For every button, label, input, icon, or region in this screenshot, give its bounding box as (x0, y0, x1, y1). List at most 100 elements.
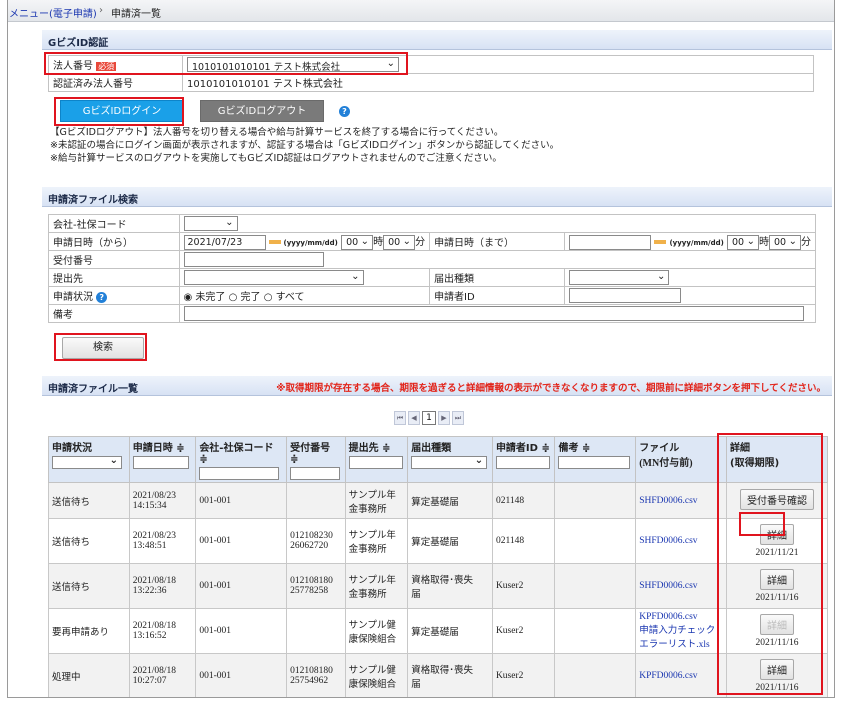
pager-last-button[interactable]: ⏭ (452, 411, 464, 425)
radio-incomplete-label: 未完了 (195, 292, 226, 303)
date-from-label: 申請日時（から） (48, 232, 180, 251)
row-file-link[interactable]: KPFD0006.csv (639, 612, 723, 622)
row-receipt-2: 25778258 (290, 586, 329, 596)
list-section-title: 申請済ファイル一覧 (48, 384, 138, 395)
row-deadline: 2021/11/16 (755, 638, 799, 648)
radio-incomplete[interactable]: ◉ 未完了 (184, 292, 226, 303)
receipt-number-cell (178, 250, 816, 269)
detail-button[interactable]: 詳細 (760, 569, 794, 590)
col-submit-to[interactable]: 提出先 ≑ (344, 436, 409, 483)
row-submit-to-1: サンプル年 (348, 489, 396, 501)
hour-unit: 時 (759, 237, 769, 249)
col-status: 申請状況 ⌄ (48, 436, 130, 483)
form-type-filter-select[interactable]: ⌄ (411, 455, 488, 469)
receipt-filter-input[interactable] (290, 467, 341, 480)
row-receipt (286, 608, 346, 654)
company-filter-input[interactable] (199, 467, 280, 480)
row-file: SHFD0006.csv (635, 482, 728, 519)
col-remarks[interactable]: 備考 ≑ (554, 436, 637, 483)
date-to-input[interactable] (569, 234, 652, 250)
row-receipt: 012108180 25754962 (286, 653, 346, 697)
submit-to-filter-input[interactable] (348, 456, 403, 469)
col-file-sublabel: (MN付与前) (639, 458, 693, 469)
row-form-type: 資格取得･喪失届 (407, 563, 493, 609)
calendar-icon[interactable] (268, 240, 281, 245)
gbiz-logout-button[interactable]: GビズIDログアウト (200, 100, 324, 122)
receipt-number-input[interactable] (183, 252, 324, 267)
date-to-minute-select[interactable]: 00 ⌄ (769, 234, 801, 250)
pager-next-button[interactable]: ▶ (438, 411, 450, 425)
calendar-icon[interactable] (654, 240, 667, 245)
gbiz-section-header: GビズID認証 (42, 30, 832, 50)
company-code-select[interactable]: ⌄ (183, 216, 238, 231)
row-submit-to-2: 金事務所 (348, 544, 387, 555)
corp-number-select[interactable]: 1010101010101 テスト株式会社 ⌄ (187, 57, 399, 73)
help-icon[interactable]: ? (339, 106, 350, 117)
remarks-label: 備考 (48, 304, 180, 323)
breadcrumb-menu-link[interactable]: メニュー(電子申請) (9, 5, 97, 20)
gbiz-login-button[interactable]: GビズIDログイン (60, 100, 184, 122)
row-form-type-2: 届 (411, 589, 421, 600)
submit-to-select[interactable]: ⌄ (183, 270, 364, 285)
row-error-list-link[interactable]: 申請入力チェック (639, 622, 723, 636)
required-badge: 必須 (96, 62, 117, 71)
help-icon[interactable]: ? (96, 292, 108, 303)
row-date-time: 13:22:36 (132, 586, 167, 596)
row-form-type-1: 資格取得･喪失 (411, 665, 473, 676)
pager-first-button[interactable]: ⏮ (394, 411, 406, 425)
row-detail: 詳細 2021/11/21 (726, 518, 828, 564)
row-receipt-1: 012108180 (290, 666, 333, 676)
pager-current-page[interactable]: 1 (422, 411, 436, 425)
date-from-input[interactable]: 2021/07/23 (183, 234, 266, 250)
row-submit-to: サンプル年 金事務所 (344, 482, 409, 519)
col-date[interactable]: 申請日時 ≑ (128, 436, 197, 483)
search-button[interactable]: 検索 (62, 337, 144, 359)
row-submit-to-1: サンプル健 (348, 665, 396, 676)
applicant-filter-input[interactable] (495, 456, 550, 469)
row-file-link[interactable]: SHFD0006.csv (639, 496, 723, 506)
remarks-filter-input[interactable] (558, 456, 631, 469)
pager-prev-button[interactable]: ◀ (408, 411, 420, 425)
date-from-minute-select[interactable]: 00 ⌄ (383, 234, 416, 250)
col-receipt[interactable]: 受付番号 ≑ (286, 436, 346, 483)
row-applicant: Kuser2 (491, 653, 556, 697)
date-to-format: (yyyy/mm/dd) (669, 239, 724, 248)
status-filter-select[interactable]: ⌄ (52, 455, 122, 469)
col-file: ファイル (MN付与前) (635, 436, 728, 483)
row-date: 2021/08/18 10:27:07 (128, 653, 197, 697)
row-file-link[interactable]: SHFD0006.csv (639, 536, 723, 546)
date-from-hour-select[interactable]: 00 ⌄ (341, 234, 374, 250)
col-company[interactable]: 会社-社保コード ≑ (195, 436, 288, 483)
row-date-day: 2021/08/23 (132, 531, 176, 541)
col-form-type-label: 届出種類 (411, 443, 452, 454)
radio-complete[interactable]: ○ 完了 (229, 292, 261, 303)
detail-button[interactable]: 受付番号確認 (740, 488, 814, 510)
date-filter-input[interactable] (132, 456, 189, 469)
row-submit-to-2: 金事務所 (348, 589, 387, 600)
list-section: 申請済ファイル一覧 ※取得期限が存在する場合、期限を過ぎると詳細情報の表示ができ… (42, 376, 832, 697)
row-status: 送信待ち (48, 518, 130, 564)
col-applicant[interactable]: 申請者ID ≑ (491, 436, 556, 483)
row-form-type: 資格取得･喪失届 (407, 653, 493, 697)
gbiz-notes: 【GビズIDログアウト】法人番号を切り替える場合や給与計算サービスを終了する場合… (50, 126, 559, 165)
form-type-select[interactable]: ⌄ (569, 270, 670, 285)
detail-button[interactable]: 詳細 (760, 614, 794, 635)
radio-all[interactable]: ○ すべて (264, 292, 305, 303)
row-error-list-link-2[interactable]: エラーリスト.xls (639, 636, 723, 650)
row-receipt-1: 012108180 (290, 576, 333, 586)
row-date-day: 2021/08/18 (132, 576, 176, 586)
detail-button[interactable]: 詳細 (760, 659, 794, 680)
chevron-down-icon: ⌄ (360, 235, 370, 247)
row-file-link[interactable]: KPFD0006.csv (639, 671, 723, 681)
gbiz-note-1: 【GビズIDログアウト】法人番号を切り替える場合や給与計算サービスを終了する場合… (50, 127, 504, 138)
detail-button[interactable]: 詳細 (760, 524, 794, 545)
applicant-input[interactable] (569, 288, 682, 303)
submit-to-cell: ⌄ (178, 268, 431, 287)
row-submit-to: サンプル健 康保険組合 (344, 653, 409, 697)
row-remarks (554, 482, 637, 519)
row-receipt (286, 482, 346, 519)
chevron-down-icon: ⌄ (402, 235, 412, 247)
row-file-link[interactable]: SHFD0006.csv (639, 581, 723, 591)
date-to-hour-select[interactable]: 00 ⌄ (727, 234, 759, 250)
remarks-input[interactable] (183, 306, 804, 321)
